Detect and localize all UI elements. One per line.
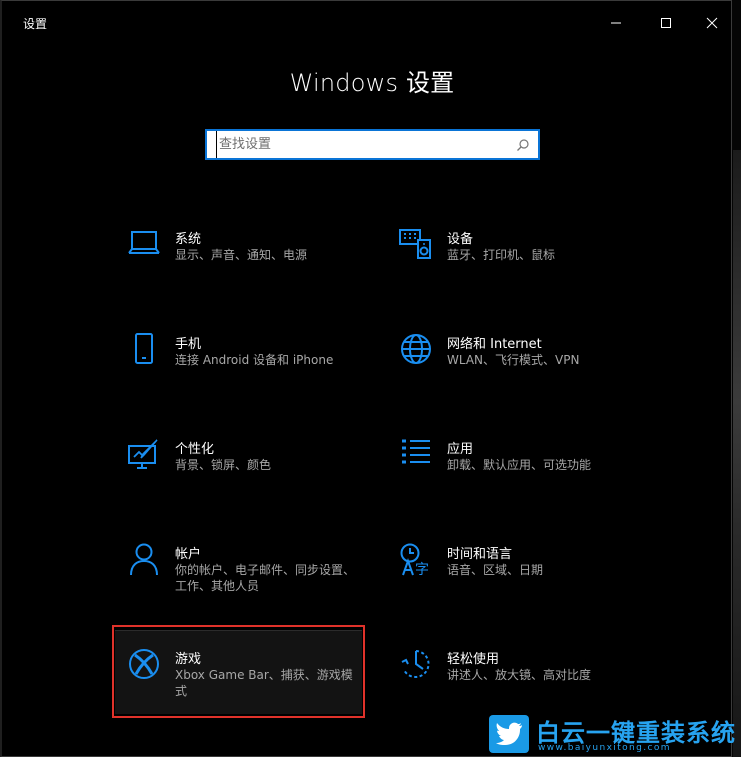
tile-description: 语音、区域、日期 <box>447 563 544 577</box>
title-bar: 设置 <box>2 1 731 45</box>
window-title: 设置 <box>23 17 48 31</box>
minimize-icon <box>611 22 621 24</box>
tile-description: 讲述人、放大镜、高对比度 <box>447 668 592 682</box>
tile-name: 应用 <box>447 442 474 457</box>
search-icon[interactable] <box>508 138 538 152</box>
tile-description: 连接 Android 设备和 iPhone <box>175 353 334 367</box>
tile-apps[interactable]: 应用 卸载、默认应用、可选功能 <box>396 438 646 528</box>
tile-description: Xbox Game Bar、捕获、游戏模式 <box>175 668 353 698</box>
tile-personalization[interactable]: 个性化 背景、锁屏、颜色 <box>124 438 374 528</box>
maximize-button[interactable] <box>643 3 689 43</box>
laptop-icon <box>124 228 164 268</box>
tile-name: 游戏 <box>175 652 202 667</box>
time-language-icon: 字 <box>396 543 436 583</box>
svg-text:字: 字 <box>415 562 429 577</box>
tile-description: WLAN、飞行模式、VPN <box>447 353 580 367</box>
tile-accounts[interactable]: 帐户 你的帐户、电子邮件、同步设置、工作、其他人员 <box>124 543 374 633</box>
close-icon <box>706 17 718 29</box>
globe-icon <box>396 333 436 373</box>
tile-network[interactable]: 网络和 Internet WLAN、飞行模式、VPN <box>396 333 646 423</box>
xbox-icon <box>124 648 164 688</box>
ease-of-access-icon <box>396 648 436 688</box>
tile-name: 手机 <box>175 337 202 352</box>
tile-name: 帐户 <box>175 547 202 562</box>
tile-description: 蓝牙、打印机、鼠标 <box>447 248 556 262</box>
tile-name: 时间和语言 <box>447 547 513 562</box>
tile-name: 系统 <box>175 232 202 247</box>
tile-name: 网络和 Internet <box>447 337 542 352</box>
maximize-icon <box>661 18 671 28</box>
watermark: 白云一键重装系统 www.baiyunxitong.com <box>486 712 736 757</box>
tile-devices[interactable]: 设备 蓝牙、打印机、鼠标 <box>396 228 646 318</box>
tile-system[interactable]: 系统 显示、声音、通知、电源 <box>124 228 374 318</box>
apps-list-icon <box>396 438 436 478</box>
minimize-button[interactable] <box>593 3 639 43</box>
tile-description: 你的帐户、电子邮件、同步设置、工作、其他人员 <box>175 563 356 593</box>
settings-window: 设置 Windows 设置 系统 显示、声音、通知、电源 设备 蓝牙、打印机、鼠… <box>0 0 732 757</box>
background-edge <box>732 0 741 757</box>
tile-name: 设备 <box>447 232 474 247</box>
twitter-bird-icon <box>489 715 529 753</box>
tile-name: 轻松使用 <box>447 652 500 667</box>
paint-monitor-icon <box>124 438 164 478</box>
tile-time-language[interactable]: 字 时间和语言 语音、区域、日期 <box>396 543 646 633</box>
search-box[interactable] <box>205 129 540 160</box>
keyboard-speaker-icon <box>396 228 436 268</box>
tile-description: 背景、锁屏、颜色 <box>175 458 272 472</box>
close-button[interactable] <box>689 3 735 43</box>
tile-description: 卸载、默认应用、可选功能 <box>447 458 592 472</box>
tile-name: 个性化 <box>175 442 215 457</box>
watermark-url: www.baiyunxitong.com <box>538 743 671 753</box>
person-icon <box>124 543 164 583</box>
search-input[interactable] <box>216 131 508 158</box>
tile-phone[interactable]: 手机 连接 Android 设备和 iPhone <box>124 333 374 423</box>
phone-icon <box>124 333 164 373</box>
tile-description: 显示、声音、通知、电源 <box>175 248 308 262</box>
tile-gaming[interactable]: 游戏 Xbox Game Bar、捕获、游戏模式 <box>124 648 374 738</box>
page-title: Windows 设置 <box>289 69 455 97</box>
